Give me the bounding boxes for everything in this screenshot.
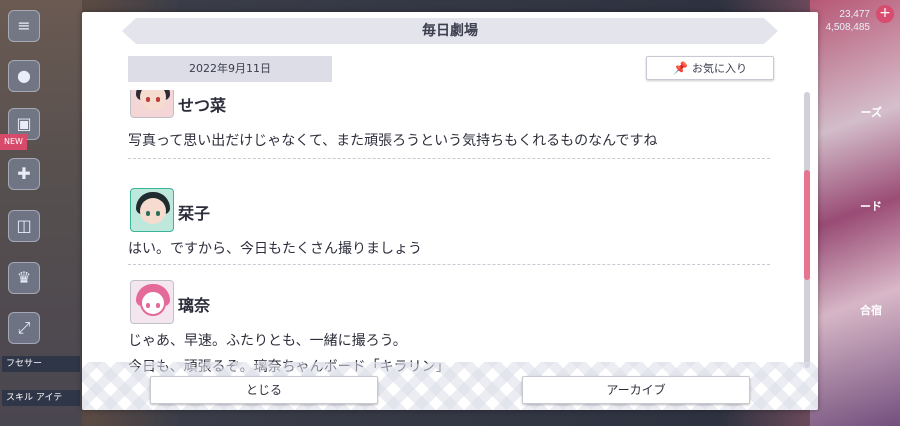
archive-button[interactable]: アーカイブ [522,376,750,404]
currency-display: 23,477 4,508,485 [826,8,871,34]
right-label-3: 合宿 [860,304,882,317]
side-label-1[interactable]: フセサー [2,356,80,372]
dialogue-list[interactable]: せつ菜 写真って思い出だけじゃなくて、また頑張ろうという気持ちもくれるものなんで… [82,90,818,372]
dialogue-line: はい。ですから、今日もたくさん撮りましょう [128,241,422,257]
add-currency-button[interactable]: + [876,5,894,23]
fullscreen-icon[interactable]: ⤢ [8,312,40,344]
gift-icon[interactable]: ✚ [8,158,40,190]
dialog-title: 毎日劇場 [422,23,478,39]
avatar-setsuna [130,90,174,118]
chat-icon[interactable]: ● [8,60,40,92]
stat-top: 23,477 [839,9,870,20]
scrollbar-thumb[interactable] [804,170,810,280]
speaker-name: 璃奈 [178,296,211,315]
close-button[interactable]: とじる [150,376,378,404]
side-label-2[interactable]: スキル アイテ [2,390,80,406]
dialog-title-bar: 毎日劇場 [122,18,778,44]
camera-icon[interactable]: ◫ [8,210,40,242]
favorite-label: お気に入り [691,62,747,75]
date-label: 2022年9月11日 [128,56,332,82]
right-label-2: ード [860,200,882,213]
speaker-name: 栞子 [178,204,211,223]
right-label-1: ーズ [860,106,882,119]
entry-divider [128,264,770,265]
dialogue-line: じゃあ、早速。ふたりとも、一緒に撮ろう。 [128,333,407,349]
daily-theater-dialog: 毎日劇場 2022年9月11日 📌 お気に入り せつ菜 写真って思い出だけじゃなく… [82,12,818,410]
dialogue-scrollbar[interactable] [804,92,810,368]
avatar-rina [130,280,174,324]
side-new-tag: NEW [0,134,27,150]
menu-icon[interactable]: ≡ [8,10,40,42]
avatar-shioriko [130,188,174,232]
pin-icon: 📌 [673,61,688,75]
speaker-name: せつ菜 [178,96,227,115]
stat-bottom: 4,508,485 [825,22,871,33]
right-scene-background [810,0,900,426]
entry-divider [128,158,770,159]
trophy-icon[interactable]: ♛ [8,262,40,294]
dialogue-line: 写真って思い出だけじゃなくて、また頑張ろうという気持ちもくれるものなんですね [128,133,658,149]
favorite-button[interactable]: 📌 お気に入り [646,56,774,80]
